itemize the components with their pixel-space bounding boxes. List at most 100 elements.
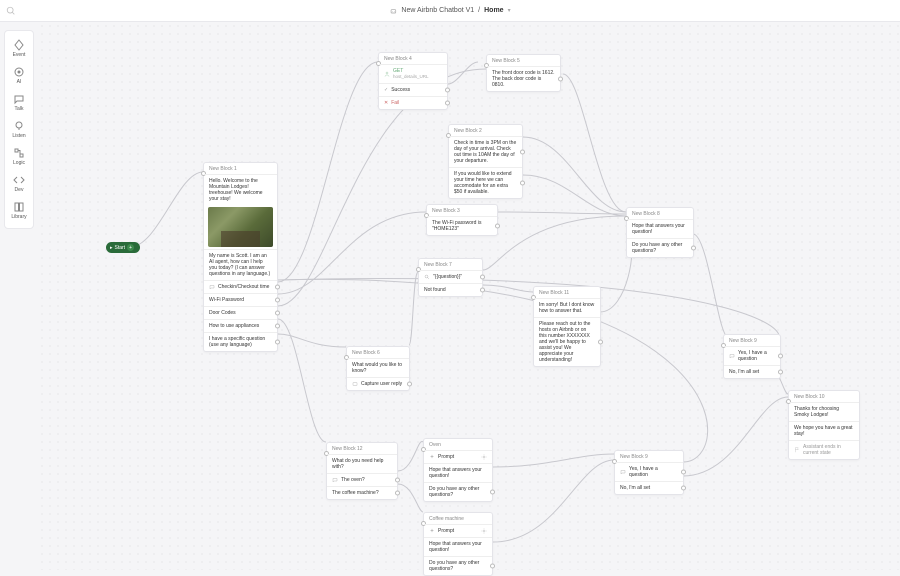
choice-row[interactable]: No, I'm all set xyxy=(724,365,780,378)
block-title: New Block 6 xyxy=(347,347,409,358)
sidebar-item-event[interactable]: Event xyxy=(5,35,33,62)
block-2[interactable]: New Block 2 Check in time is 3PM on the … xyxy=(448,124,523,199)
sidebar-item-dev[interactable]: Dev xyxy=(5,170,33,197)
message-row[interactable]: Please reach out to the hosts on Airbnb … xyxy=(534,317,600,366)
talk-icon xyxy=(13,93,25,105)
sidebar-item-talk[interactable]: Talk xyxy=(5,89,33,116)
settings-icon[interactable] xyxy=(481,454,487,460)
message-row[interactable]: Thanks for choosing Smoky Lodges! xyxy=(789,402,859,421)
block-oven[interactable]: Oven Prompt Hope that answers your quest… xyxy=(423,438,493,502)
bubble-icon xyxy=(620,469,626,475)
success-row[interactable]: ✓Success xyxy=(379,83,447,96)
message-row[interactable]: What do you need help with? xyxy=(327,454,397,473)
bubble-icon xyxy=(729,353,735,359)
block-coffee[interactable]: Coffee machine Prompt Hope that answers … xyxy=(423,512,493,576)
block-title: New Block 5 xyxy=(487,55,560,66)
block-8[interactable]: New Block 8 Hope that answers your quest… xyxy=(626,207,694,258)
choice-row[interactable]: Yes, I have a question xyxy=(615,462,683,481)
message-row[interactable]: The front door code is 1612. The back do… xyxy=(487,66,560,91)
choice-row[interactable]: Yes, I have a question xyxy=(724,346,780,365)
block-6[interactable]: New Block 6 What would you like to know?… xyxy=(346,346,410,391)
choice-row[interactable]: How to use appliances xyxy=(204,319,277,332)
message-row[interactable]: Do you have any other questions? xyxy=(424,556,492,575)
block-9b[interactable]: New Block 9 Yes, I have a question No, I… xyxy=(614,450,684,495)
block-10[interactable]: New Block 10 Thanks for choosing Smoky L… xyxy=(788,390,860,460)
sidebar-item-ai[interactable]: AI xyxy=(5,62,33,89)
image-preview xyxy=(208,207,273,247)
choice-row[interactable]: No, I'm all set xyxy=(615,481,683,494)
start-node[interactable]: ▸ Start + xyxy=(106,242,140,253)
plus-icon[interactable]: + xyxy=(127,244,134,251)
message-row[interactable]: Hope that answers your question! xyxy=(424,537,492,556)
block-4[interactable]: New Block 4 GEThost_details_URL ✓Success… xyxy=(378,52,448,110)
fail-row[interactable]: ✕Fail xyxy=(379,96,447,109)
event-icon xyxy=(13,39,25,51)
message-row[interactable]: Check in time is 3PM on the day of your … xyxy=(449,136,522,167)
block-title: New Block 9 xyxy=(615,451,683,462)
block-11[interactable]: New Block 11 Im sorry! But I dont know h… xyxy=(533,286,601,367)
sidebar-item-logic[interactable]: Logic xyxy=(5,143,33,170)
block-title: New Block 11 xyxy=(534,287,600,298)
chevron-down-icon[interactable]: ▾ xyxy=(508,7,511,14)
block-title: New Block 1 xyxy=(204,163,277,174)
block-1[interactable]: New Block 1 Hello. Welcome to the Mounta… xyxy=(203,162,278,352)
breadcrumb-page[interactable]: Home xyxy=(484,7,503,14)
play-icon: ▸ xyxy=(110,245,113,251)
end-row[interactable]: Assistant ends in current state xyxy=(789,440,859,459)
block-title: New Block 2 xyxy=(449,125,522,136)
settings-icon[interactable] xyxy=(481,528,487,534)
query-row[interactable]: "{{question}}" xyxy=(419,270,482,283)
block-5[interactable]: New Block 5 The front door code is 1612.… xyxy=(486,54,561,92)
logic-icon xyxy=(13,147,25,159)
prompt-row[interactable]: Prompt xyxy=(424,524,492,537)
flow-canvas[interactable]: ▸ Start + New Block 1 Hello. Welcome to … xyxy=(38,22,900,570)
choice-row[interactable]: The oven? xyxy=(327,473,397,486)
message-row[interactable]: Im sorry! But I dont know how to answer … xyxy=(534,298,600,317)
choice-row[interactable]: The coffee machine? xyxy=(327,486,397,499)
bubble-icon xyxy=(332,477,338,483)
breadcrumb-project[interactable]: New Airbnb Chatbot V1 xyxy=(401,7,474,14)
breadcrumb: New Airbnb Chatbot V1 / Home ▾ xyxy=(389,7,510,15)
user-icon xyxy=(384,71,390,77)
prompt-row[interactable]: Prompt xyxy=(424,450,492,463)
block-title: Coffee machine xyxy=(424,513,492,524)
listen-icon xyxy=(13,120,25,132)
sparkle-icon xyxy=(429,454,435,460)
choice-row[interactable]: Wi-Fi Password xyxy=(204,293,277,306)
choice-row[interactable]: I have a specific question (use any lang… xyxy=(204,332,277,351)
message-row[interactable]: What would you like to know? xyxy=(347,358,409,377)
bot-icon xyxy=(389,7,397,15)
message-row[interactable]: Do you have any other questions? xyxy=(424,482,492,501)
block-title: Oven xyxy=(424,439,492,450)
block-title: New Block 8 xyxy=(627,208,693,219)
choice-row[interactable]: Door Codes xyxy=(204,306,277,319)
message-row[interactable]: My name is Scott. I am an AI agent, how … xyxy=(204,249,277,280)
message-row[interactable]: We hope you have a great stay! xyxy=(789,421,859,440)
block-title: New Block 4 xyxy=(379,53,447,64)
capture-icon xyxy=(352,381,358,387)
message-row[interactable]: Hope that answers your question! xyxy=(424,463,492,482)
choice-row[interactable]: Checkin/Checkout time xyxy=(204,280,277,293)
block-9[interactable]: New Block 9 Yes, I have a question No, I… xyxy=(723,334,781,379)
capture-row[interactable]: Capture user reply xyxy=(347,377,409,390)
block-title: New Block 12 xyxy=(327,443,397,454)
search-icon[interactable] xyxy=(6,6,16,16)
block-12[interactable]: New Block 12 What do you need help with?… xyxy=(326,442,398,500)
sidebar-item-library[interactable]: Library xyxy=(5,197,33,224)
message-row[interactable]: If you would like to extend your time he… xyxy=(449,167,522,198)
message-row[interactable]: Hello. Welcome to the Mountain Lodges! t… xyxy=(204,174,277,205)
notfound-row[interactable]: Not found xyxy=(419,283,482,296)
sidebar-item-listen[interactable]: Listen xyxy=(5,116,33,143)
block-title: New Block 7 xyxy=(419,259,482,270)
block-title: New Block 3 xyxy=(427,205,497,216)
bubble-icon xyxy=(209,284,215,290)
ai-icon xyxy=(13,66,25,78)
block-7[interactable]: New Block 7 "{{question}}" Not found xyxy=(418,258,483,297)
search-icon xyxy=(424,274,430,280)
message-row[interactable]: Hope that answers your question! xyxy=(627,219,693,238)
block-3[interactable]: New Block 3 The Wi-Fi password is "HOME1… xyxy=(426,204,498,236)
message-row[interactable]: The Wi-Fi password is "HOME123" xyxy=(427,216,497,235)
tool-sidebar: Event AI Talk Listen Logic Dev Library xyxy=(4,30,34,229)
message-row[interactable]: Do you have any other questions? xyxy=(627,238,693,257)
api-get-row[interactable]: GEThost_details_URL xyxy=(379,64,447,83)
